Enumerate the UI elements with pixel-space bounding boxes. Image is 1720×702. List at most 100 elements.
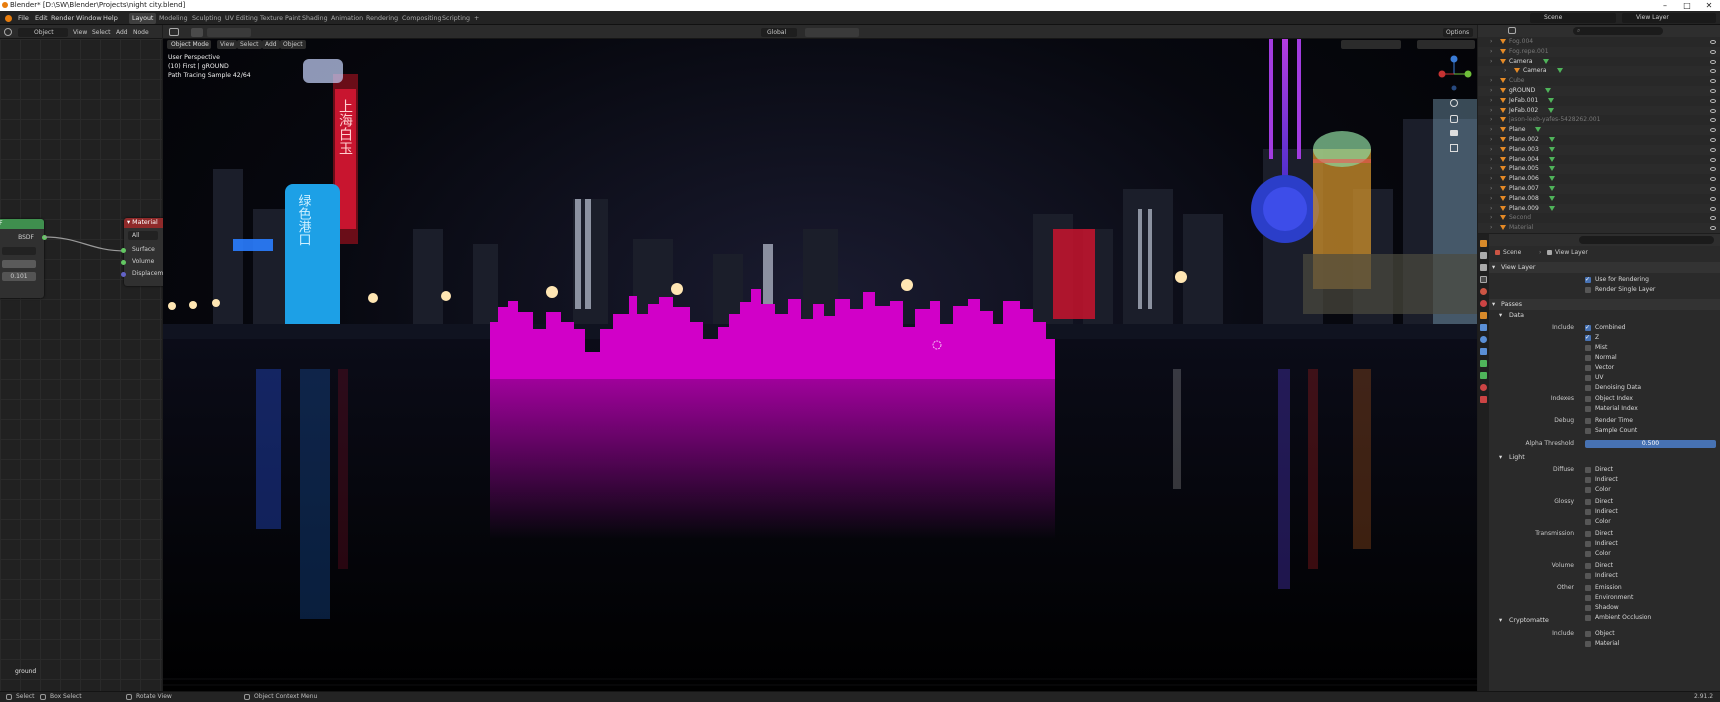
camera-view-icon[interactable] <box>1450 130 1458 136</box>
other-pass-row[interactable]: Other Emission <box>1489 583 1720 593</box>
tab-uv-editing[interactable]: UV Editing <box>222 13 261 24</box>
select-mode-buttons[interactable] <box>207 28 251 37</box>
glossy-pass-checkbox[interactable] <box>1585 509 1591 515</box>
outliner-item[interactable]: › Plane.005 <box>1478 164 1720 175</box>
scene-tab-icon[interactable] <box>1480 288 1487 295</box>
texture-tab-icon[interactable] <box>1480 396 1487 403</box>
expand-arrow-icon[interactable]: › <box>1490 213 1492 223</box>
visibility-eye-icon[interactable] <box>1710 118 1716 123</box>
material-tab-icon[interactable] <box>1480 384 1487 391</box>
glossy-pass-row[interactable]: Color <box>1489 517 1720 527</box>
world-tab-icon[interactable] <box>1480 300 1487 307</box>
visibility-eye-icon[interactable] <box>1710 157 1716 162</box>
options-dropdown[interactable]: Options <box>1443 28 1473 37</box>
expand-arrow-icon[interactable]: › <box>1490 125 1492 135</box>
visibility-eye-icon[interactable] <box>1710 69 1716 74</box>
surface-socket[interactable] <box>121 248 126 253</box>
outliner-item[interactable]: › Plane.003 <box>1478 144 1720 155</box>
outliner-item[interactable]: › Fog.004 <box>1478 37 1720 47</box>
object-type-dropdown[interactable]: Object <box>18 28 68 37</box>
data-tab-icon[interactable] <box>1480 372 1487 379</box>
display-mode-icon[interactable] <box>1508 27 1516 34</box>
expand-arrow-icon[interactable]: › <box>1490 96 1492 106</box>
tab-layout[interactable]: Layout <box>129 13 157 24</box>
expand-arrow-icon[interactable]: › <box>1490 106 1492 116</box>
node-menu-select[interactable]: Select <box>92 28 111 37</box>
outliner-item[interactable]: › Plane.007 <box>1478 184 1720 194</box>
transmission-pass-row[interactable]: Color <box>1489 549 1720 559</box>
node-menu-view[interactable]: View <box>73 28 87 37</box>
visibility-eye-icon[interactable] <box>1710 187 1716 191</box>
data-pass-checkbox[interactable] <box>1585 345 1591 351</box>
outliner-item[interactable]: › jason-leeb-yafes-5428262.001 <box>1478 115 1720 126</box>
other-pass-row[interactable]: Shadow <box>1489 603 1720 613</box>
other-pass-checkbox[interactable] <box>1585 595 1591 601</box>
debug-pass-row[interactable]: Sample Count <box>1489 426 1720 436</box>
properties-search-input[interactable] <box>1579 236 1714 244</box>
outliner-item[interactable]: › Plane.006 <box>1478 174 1720 185</box>
node-menu-node[interactable]: Node <box>133 28 149 37</box>
object-tab-icon[interactable] <box>1480 312 1487 319</box>
tab-shading[interactable]: Shading <box>299 13 331 24</box>
cryptomatte-subsection[interactable]: ▾ Cryptomatte <box>1489 615 1720 626</box>
volume-pass-checkbox[interactable] <box>1585 573 1591 579</box>
data-pass-row[interactable]: UV <box>1489 373 1720 383</box>
glossy-pass-row[interactable]: Indirect <box>1489 507 1720 517</box>
displacement-socket[interactable] <box>121 272 126 277</box>
expand-arrow-icon[interactable]: › <box>1490 164 1492 174</box>
expand-arrow-icon[interactable]: › <box>1490 155 1492 165</box>
debug-pass-checkbox[interactable] <box>1585 428 1591 434</box>
visibility-eye-icon[interactable] <box>1710 128 1716 133</box>
render-tab-icon[interactable] <box>1480 252 1487 259</box>
data-pass-row[interactable]: Mist <box>1489 343 1720 353</box>
cryptomatte-checkbox[interactable] <box>1585 641 1591 647</box>
visibility-eye-icon[interactable] <box>1710 216 1716 221</box>
tab-texture-paint[interactable]: Texture Paint <box>257 13 304 24</box>
expand-arrow-icon[interactable]: › <box>1490 115 1492 125</box>
volume-pass-checkbox[interactable] <box>1585 563 1591 569</box>
use-for-rendering-row[interactable]: Use for Rendering <box>1489 275 1720 285</box>
visibility-eye-icon[interactable] <box>1710 49 1716 54</box>
node-editor-canvas[interactable]: F BSDF 0.101 ▾ Material All Surface Volu… <box>0 39 168 691</box>
passes-section[interactable]: ▾ Passes <box>1489 299 1720 310</box>
outliner-item[interactable]: › JeFab.001 <box>1478 95 1720 106</box>
expand-arrow-icon[interactable]: › <box>1490 204 1492 214</box>
tab-modeling[interactable]: Modeling <box>156 13 191 24</box>
glossy-pass-row[interactable]: Glossy Direct <box>1489 497 1720 507</box>
pan-icon[interactable] <box>1450 115 1458 123</box>
glossy-pass-checkbox[interactable] <box>1585 499 1591 505</box>
menu-file[interactable]: File <box>18 14 29 22</box>
data-pass-row[interactable]: Vector <box>1489 363 1720 373</box>
visibility-eye-icon[interactable] <box>1710 108 1716 113</box>
view-layer-selector[interactable]: View Layer <box>1622 13 1716 23</box>
material-output-node[interactable]: ▾ Material All Surface Volume Displacem <box>121 218 168 286</box>
render-single-layer-row[interactable]: Render Single Layer <box>1489 285 1720 295</box>
volume-pass-row[interactable]: Volume Direct <box>1489 561 1720 571</box>
debug-pass-row[interactable]: Debug Render Time <box>1489 416 1720 426</box>
outliner-item[interactable]: › Second <box>1478 213 1720 224</box>
volume-pass-row[interactable]: Indirect <box>1489 571 1720 581</box>
other-pass-row[interactable]: Environment <box>1489 593 1720 603</box>
tab-rendering[interactable]: Rendering <box>363 13 401 24</box>
outliner-item[interactable]: › Plane.004 <box>1478 154 1720 165</box>
expand-arrow-icon[interactable]: › <box>1490 57 1492 67</box>
index-pass-checkbox[interactable] <box>1585 396 1591 402</box>
constraints-tab-icon[interactable] <box>1480 360 1487 367</box>
glossy-pass-checkbox[interactable] <box>1585 519 1591 525</box>
expand-arrow-icon[interactable]: › <box>1504 66 1506 76</box>
transmission-pass-checkbox[interactable] <box>1585 551 1591 557</box>
visibility-eye-icon[interactable] <box>1710 177 1716 182</box>
alpha-threshold-slider[interactable]: 0.500 <box>1585 440 1716 448</box>
outliner-item[interactable]: › Material <box>1478 223 1720 234</box>
cryptomatte-checkbox[interactable] <box>1585 631 1591 637</box>
view-layer-tab-icon[interactable] <box>1480 276 1487 283</box>
visibility-eye-icon[interactable] <box>1710 98 1716 103</box>
outliner-item[interactable]: › JeFab.002 <box>1478 105 1720 116</box>
other-pass-checkbox[interactable] <box>1585 585 1591 591</box>
debug-pass-checkbox[interactable] <box>1585 418 1591 424</box>
outliner-item[interactable]: › Plane.002 <box>1478 135 1720 145</box>
data-pass-checkbox[interactable] <box>1585 365 1591 371</box>
outliner-item[interactable]: › Plane <box>1478 125 1720 136</box>
expand-arrow-icon[interactable]: › <box>1490 174 1492 184</box>
data-pass-checkbox[interactable] <box>1585 375 1591 381</box>
